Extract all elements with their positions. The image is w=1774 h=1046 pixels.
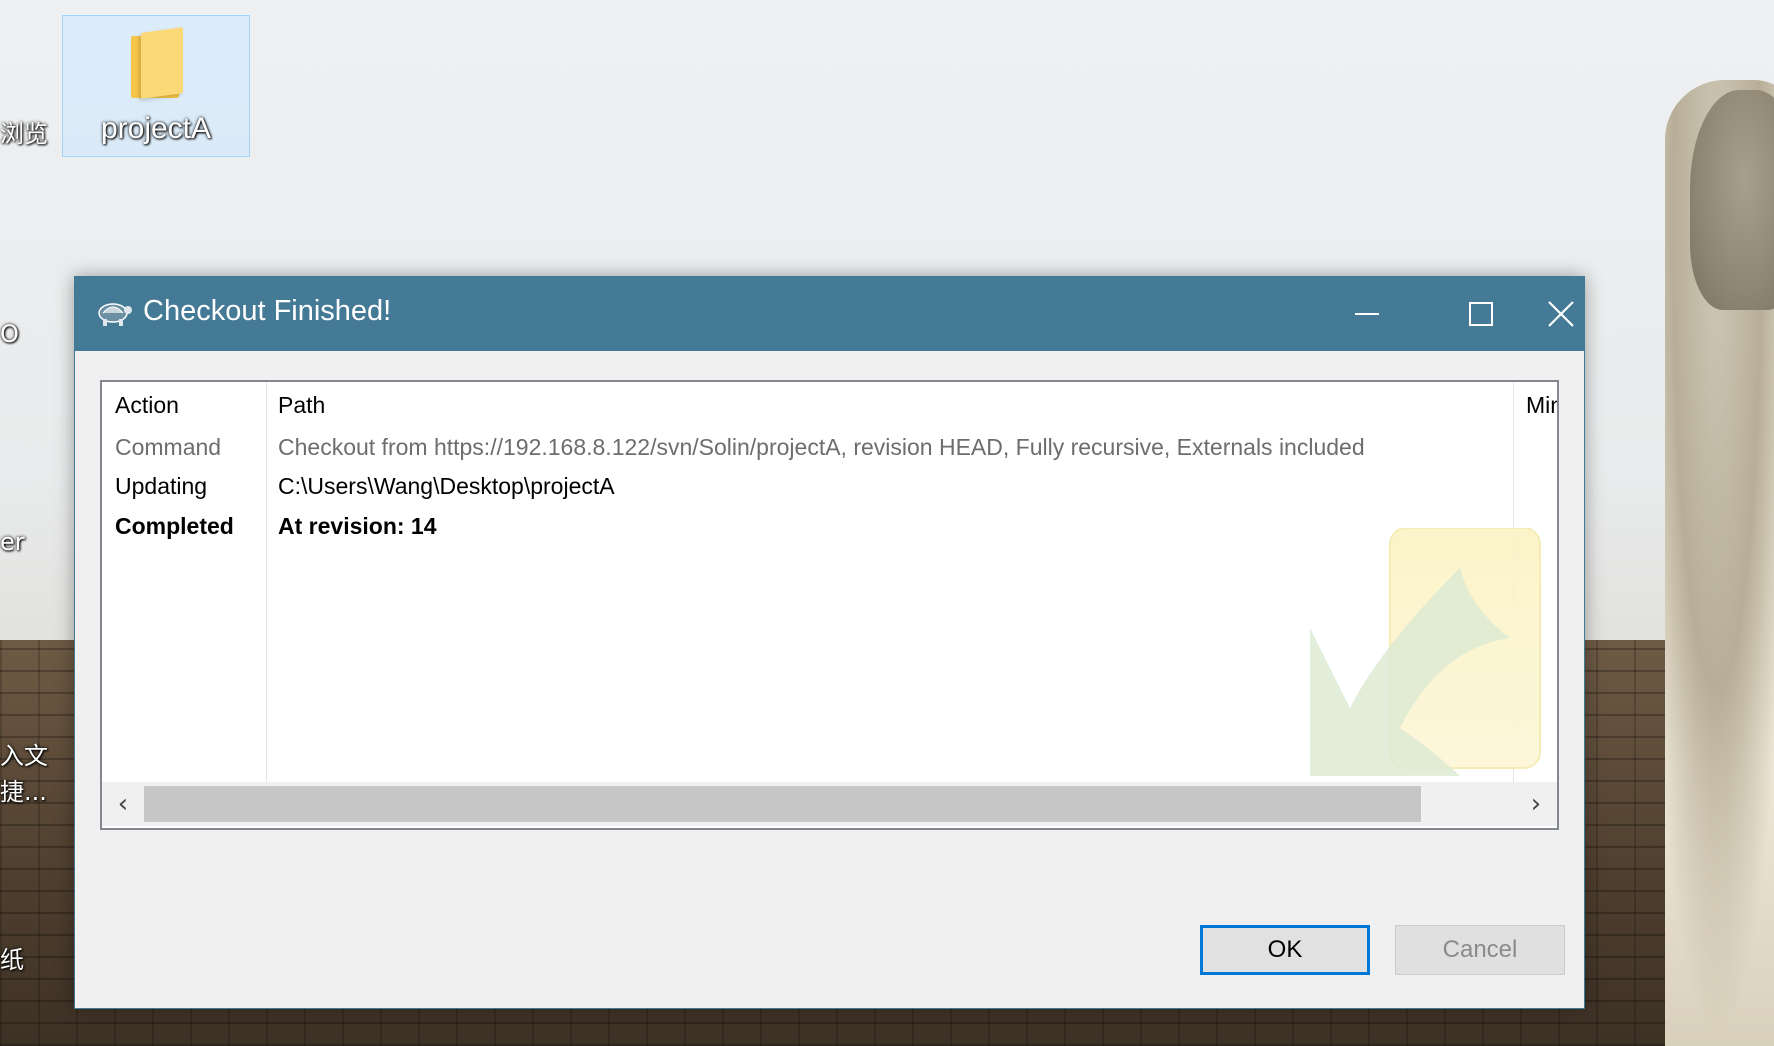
column-separator <box>266 382 267 782</box>
results-list[interactable]: Action Path Min Command Checkout from ht… <box>100 380 1559 830</box>
row-completed-path[interactable]: At revision: 14 <box>278 513 437 540</box>
column-header-action[interactable]: Action <box>115 392 179 419</box>
desktop-folder-label: projectA <box>100 112 212 145</box>
horizontal-scrollbar[interactable]: ‹ › <box>102 782 1557 826</box>
checkout-finished-dialog: Checkout Finished! Action Path Min Comma… <box>74 276 1585 1009</box>
cancel-button[interactable]: Cancel <box>1395 925 1565 975</box>
row-command-action[interactable]: Command <box>115 434 221 461</box>
desktop-folder-projecta[interactable]: projectA <box>62 15 250 157</box>
minimize-button[interactable] <box>1310 277 1424 351</box>
desktop-icon-label-fragment[interactable]: O <box>0 320 19 348</box>
scrollbar-thumb[interactable] <box>144 786 1421 822</box>
scroll-left-icon[interactable]: ‹ <box>102 782 144 826</box>
dialog-title: Checkout Finished! <box>143 295 392 327</box>
row-updating-path[interactable]: C:\Users\Wang\Desktop\projectA <box>278 473 615 500</box>
checkmark-watermark-icon <box>1310 528 1541 776</box>
scroll-right-icon[interactable]: › <box>1515 782 1557 826</box>
desktop-icon-label-fragment[interactable]: 浏览 <box>0 114 48 149</box>
desktop-icon-label-fragment[interactable]: 纸 <box>0 940 24 975</box>
column-header-min[interactable]: Min <box>1526 392 1557 419</box>
tortoise-icon <box>98 303 132 326</box>
close-icon <box>1548 301 1574 327</box>
row-completed-action[interactable]: Completed <box>115 513 234 540</box>
maximize-icon <box>1469 302 1493 326</box>
row-updating-action[interactable]: Updating <box>115 473 207 500</box>
folder-icon <box>131 27 183 99</box>
column-header-path[interactable]: Path <box>278 392 325 419</box>
desktop-wallpaper-statue-head <box>1690 90 1774 310</box>
row-command-path[interactable]: Checkout from https://192.168.8.122/svn/… <box>278 434 1365 461</box>
desktop-icon-label-fragment[interactable]: 入文 <box>0 736 48 771</box>
desktop-icon-label-fragment[interactable]: er <box>0 528 25 556</box>
dialog-titlebar[interactable]: Checkout Finished! <box>75 277 1584 351</box>
desktop-icon-label-fragment[interactable]: 捷... <box>0 772 47 807</box>
close-button[interactable] <box>1538 277 1584 351</box>
maximize-button[interactable] <box>1424 277 1538 351</box>
ok-button[interactable]: OK <box>1200 925 1370 975</box>
minimize-icon <box>1355 313 1379 315</box>
